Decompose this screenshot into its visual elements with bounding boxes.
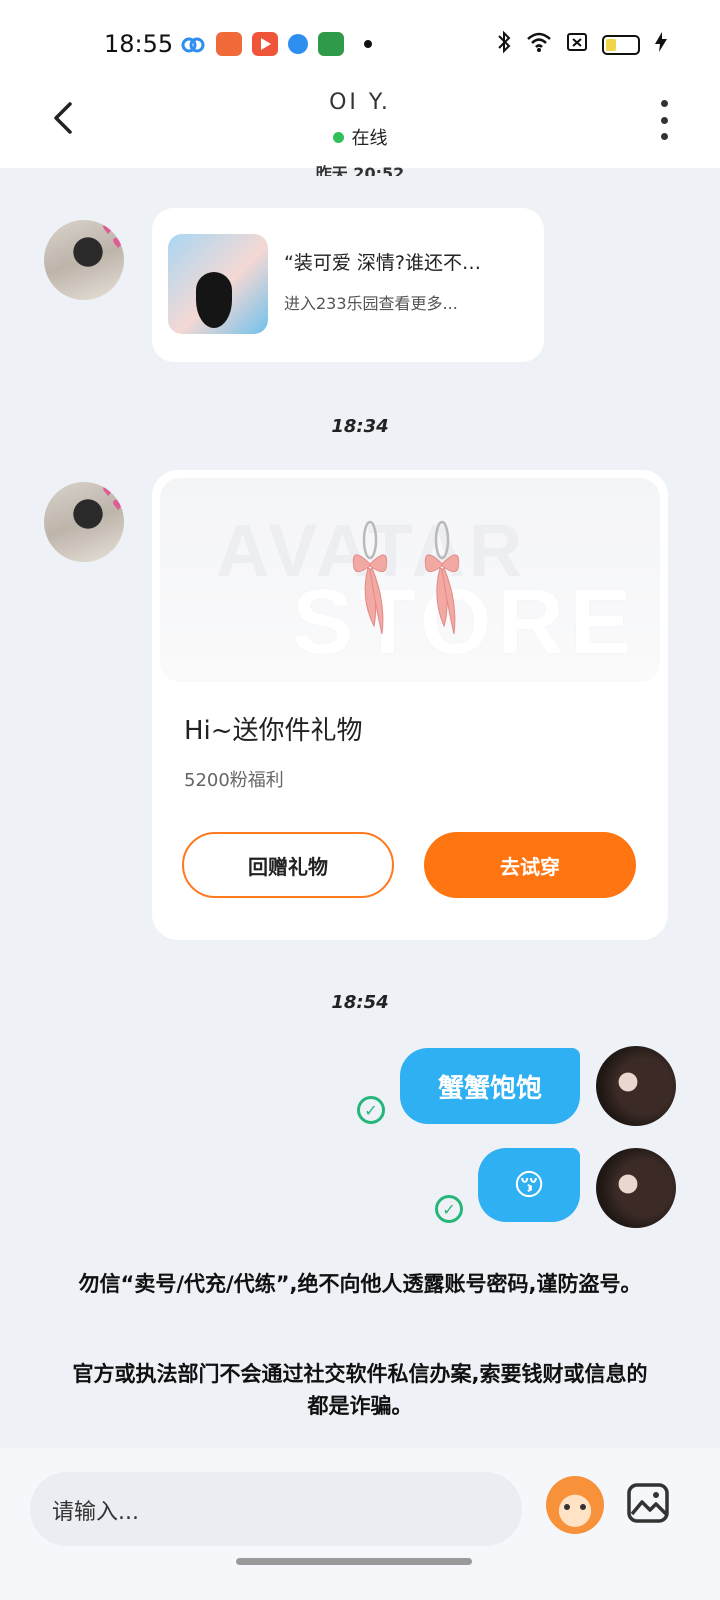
return-gift-button[interactable]: 回赠礼物 [182,832,394,898]
status-app-icons [180,32,372,56]
online-dot-icon [332,132,344,143]
battery-icon [602,35,640,55]
contact-avatar[interactable]: ♥ ♥ [44,220,124,300]
charging-icon [654,31,668,59]
more-options-button[interactable] [658,100,670,140]
image-button[interactable] [626,1482,670,1524]
safety-notice-1: 勿信“卖号/代充/代练”,绝不向他人透露账号密码,谨防盗号。 [78,1272,642,1296]
contact-name: OI Y. [329,90,391,115]
status-time: 18:55 [104,30,174,58]
shopping-app-icon [216,32,242,56]
timestamp-partial: 昨天 20:52 [315,164,405,176]
timestamp: 18:34 [331,416,389,437]
my-avatar[interactable] [596,1046,676,1126]
sent-check-icon: ✓ [357,1096,385,1124]
sent-check-icon: ✓ [435,1195,463,1223]
sim-off-icon [566,31,588,59]
status-right [496,30,668,60]
gift-subtitle: 5200粉福利 [184,770,284,791]
heart-sticker-icon: ♥ [112,236,124,252]
gift-card[interactable]: AVATAR STORE Hi~送你件礼物 5200粉福利 回赠礼物 去试穿 [152,470,668,940]
message-input[interactable]: 请输入... [30,1472,522,1546]
try-on-button[interactable]: 去试穿 [424,832,636,898]
gift-title: Hi~送你件礼物 [184,716,363,746]
image-icon [627,1483,669,1523]
home-indicator[interactable] [236,1558,472,1565]
chat-header: OI Y. 在线 [0,86,720,168]
online-status: 在线 [0,124,720,150]
contact-avatar[interactable]: ♥ ♥ [44,482,124,562]
browser-icon [288,34,308,54]
gift-image: AVATAR STORE [160,478,660,682]
safety-notice-2: 官方或执法部门不会通过社交软件私信办案,索要钱财或信息的都是诈骗。 [72,1362,648,1418]
status-bar: 18:55 [0,0,720,86]
outgoing-message-bubble[interactable]: 蟹蟹饱饱 [400,1048,580,1124]
bluetooth-icon [496,30,512,60]
link-subtitle: 进入233乐园查看更多... [284,294,458,313]
link-title: “装可爱 深情?谁还不… [284,252,481,274]
my-avatar[interactable] [596,1148,676,1228]
online-status-label: 在线 [351,128,388,149]
emoji-button[interactable] [546,1476,604,1534]
heart-sticker-icon: ♥ [112,498,124,514]
outgoing-sticker-bubble[interactable]: 😚 [478,1148,580,1222]
notification-dot [364,40,372,48]
input-bar: 请输入... [0,1448,720,1600]
shared-link-card[interactable]: “装可爱 深情?谁还不… 进入233乐园查看更多... [152,208,544,362]
video-app-icon [252,32,278,56]
timestamp: 18:54 [331,992,389,1013]
input-placeholder: 请输入... [52,1500,139,1525]
kiss-emoji-icon: 😚 [513,1167,545,1203]
cloud-icon [180,32,206,56]
link-thumbnail [168,234,268,334]
oppo-app-icon [318,32,344,56]
bow-earrings-icon [352,520,460,635]
wifi-icon [526,31,552,59]
